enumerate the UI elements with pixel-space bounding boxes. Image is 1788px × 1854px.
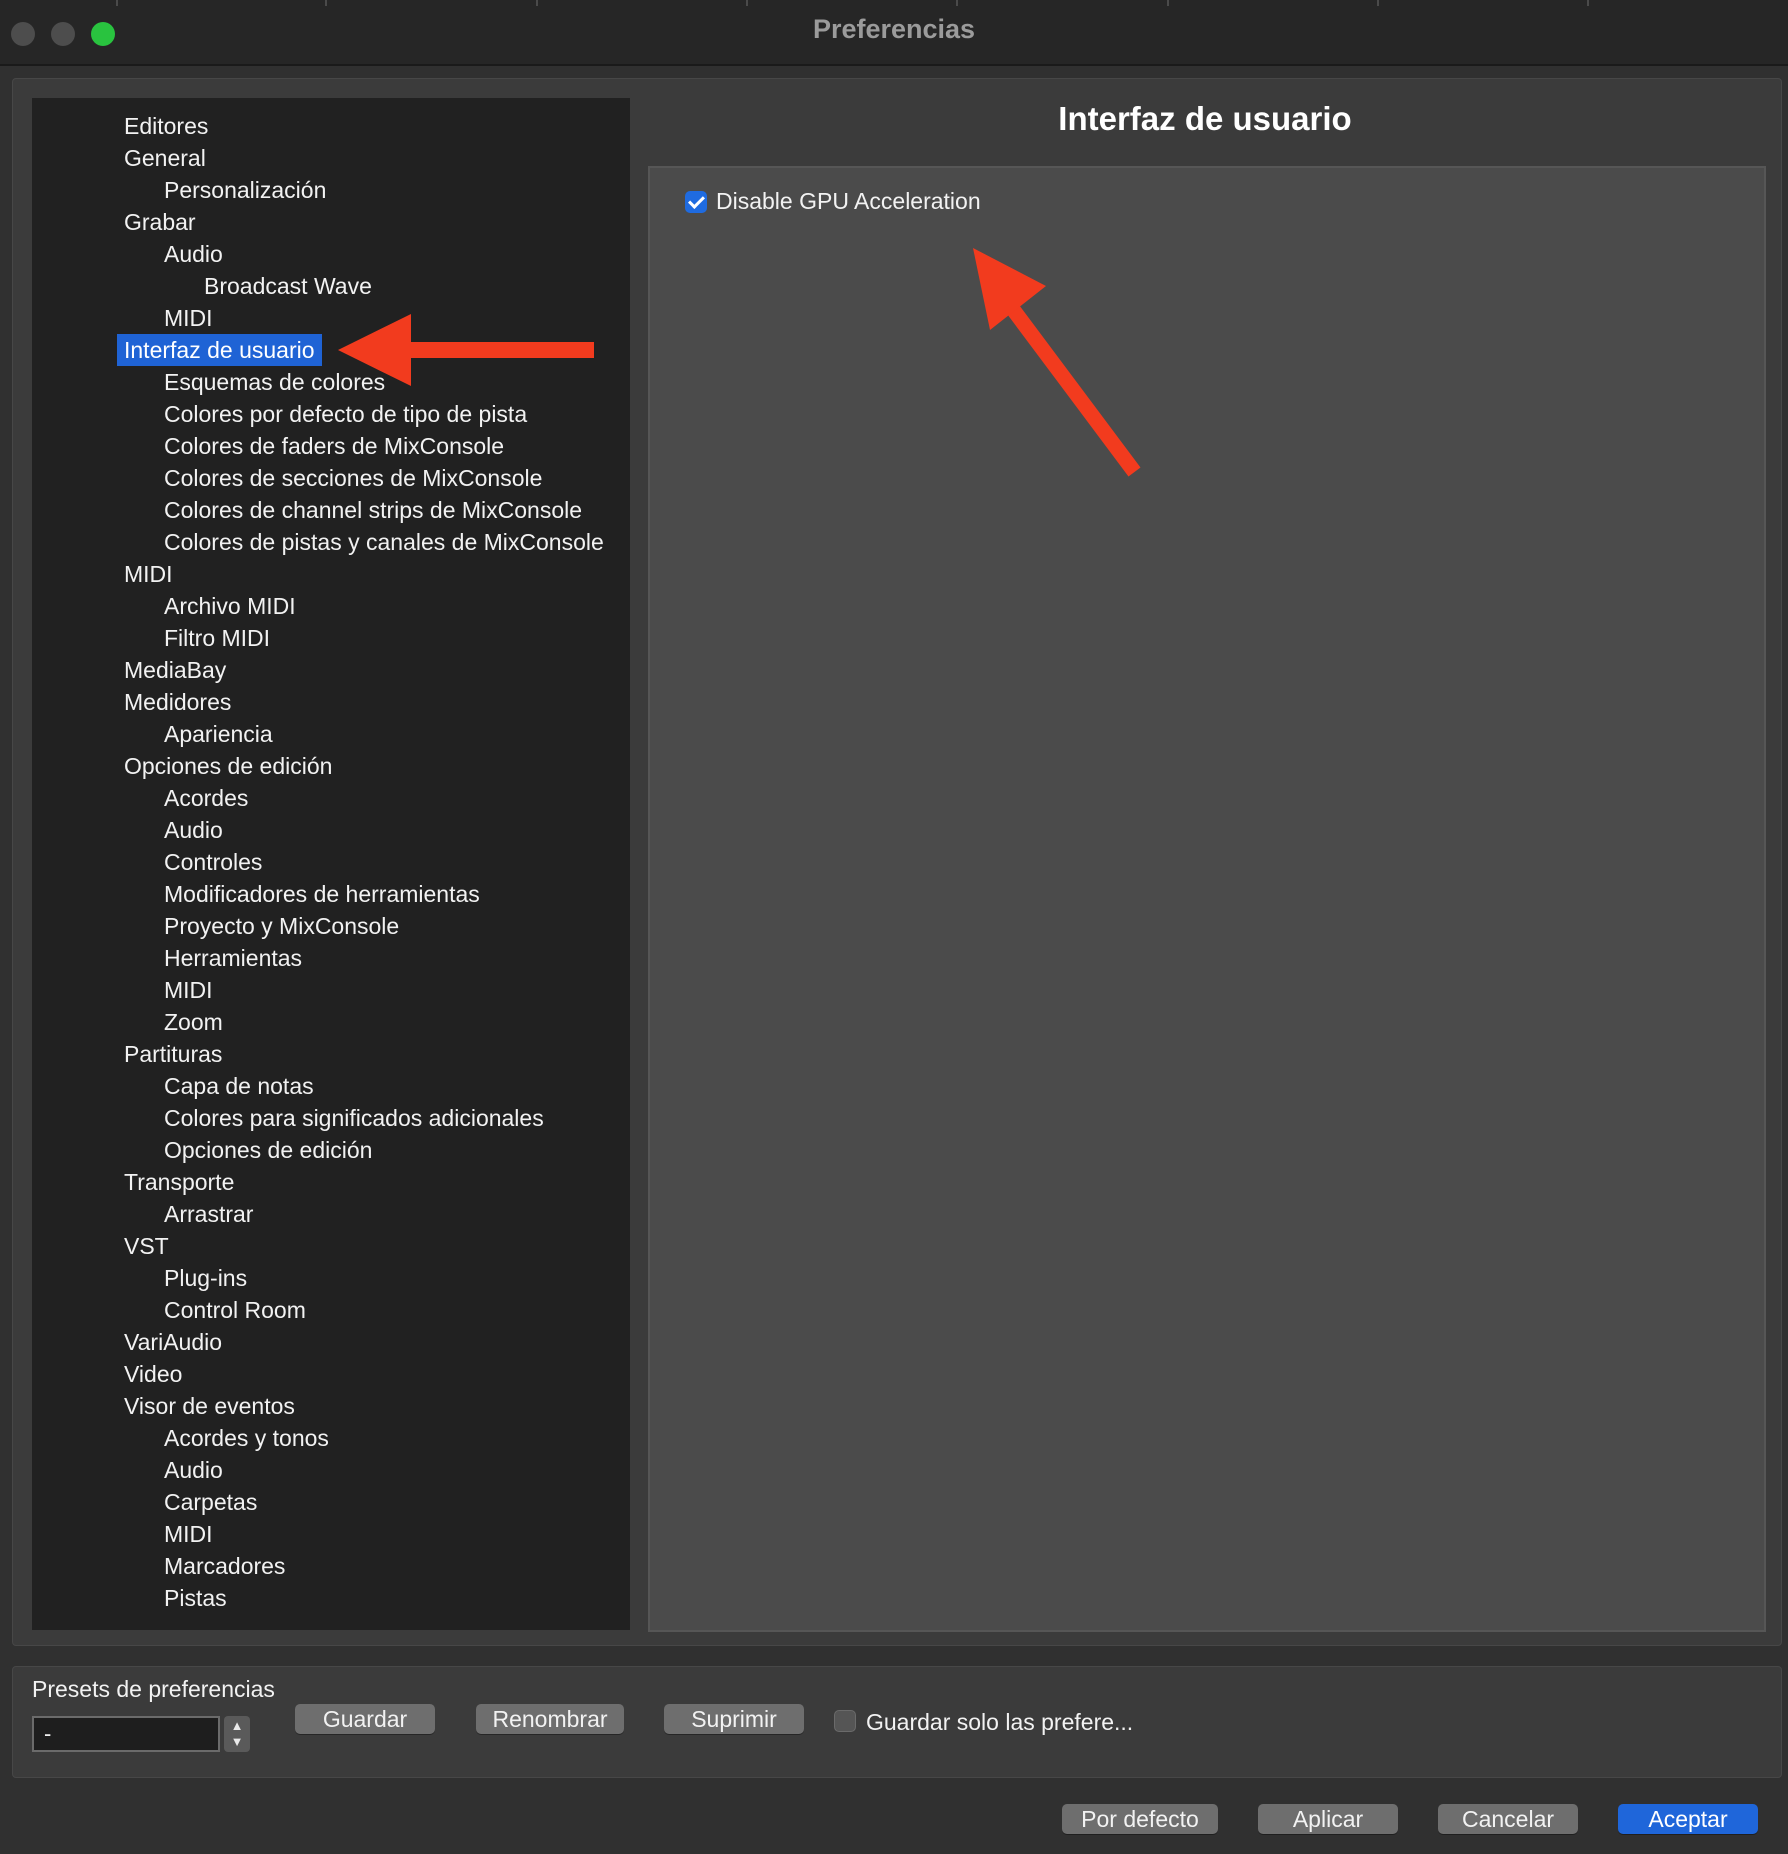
tree-item[interactable]: VariAudio <box>124 1326 222 1358</box>
tree-item[interactable]: Modificadores de herramientas <box>164 878 480 910</box>
save-only-checkbox[interactable] <box>834 1710 856 1732</box>
tree-item[interactable]: Colores por defecto de tipo de pista <box>164 398 527 430</box>
disable-gpu-checkbox[interactable] <box>685 191 707 213</box>
toolbar-ticks <box>0 0 1788 6</box>
tree-item[interactable]: Colores de channel strips de MixConsole <box>164 494 582 526</box>
tree-item[interactable]: Audio <box>164 238 223 270</box>
section-title: Interfaz de usuario <box>1058 100 1352 137</box>
tree-item[interactable]: Acordes <box>164 782 248 814</box>
tree-item[interactable]: Zoom <box>164 1006 223 1038</box>
tree-item[interactable]: Proyecto y MixConsole <box>164 910 399 942</box>
defaults-button[interactable]: Por defecto <box>1062 1804 1218 1834</box>
tree-item[interactable]: Filtro MIDI <box>164 622 270 654</box>
chevron-down-icon: ▼ <box>230 1734 244 1749</box>
ok-button[interactable]: Aceptar <box>1618 1804 1758 1834</box>
cancel-button[interactable]: Cancelar <box>1438 1804 1578 1834</box>
save-only-label[interactable]: Guardar solo las prefere... <box>866 1709 1133 1736</box>
tree-item[interactable]: Controles <box>164 846 262 878</box>
tree-item[interactable]: MIDI <box>164 974 213 1006</box>
tree-item[interactable]: Herramientas <box>164 942 302 974</box>
chevron-up-icon: ▲ <box>230 1718 244 1733</box>
tree-item[interactable]: General <box>124 142 206 174</box>
delete-preset-button[interactable]: Suprimir <box>664 1704 804 1734</box>
tree-item[interactable]: Control Room <box>164 1294 306 1326</box>
tree-item[interactable]: Personalización <box>164 174 326 206</box>
tree-item[interactable]: VST <box>124 1230 169 1262</box>
apply-button[interactable]: Aplicar <box>1258 1804 1398 1834</box>
tree-item[interactable]: Archivo MIDI <box>164 590 296 622</box>
tree-item[interactable]: Colores de secciones de MixConsole <box>164 462 542 494</box>
tree-item[interactable]: Interfaz de usuario <box>117 334 322 366</box>
tree-item[interactable]: Colores de faders de MixConsole <box>164 430 504 462</box>
tree-item[interactable]: Audio <box>164 814 223 846</box>
tree-item[interactable]: Pistas <box>164 1582 227 1614</box>
tree-item[interactable]: Acordes y tonos <box>164 1422 329 1454</box>
preset-stepper[interactable]: ▲ ▼ <box>224 1716 250 1752</box>
disable-gpu-label[interactable]: Disable GPU Acceleration <box>716 188 981 215</box>
tree-item[interactable]: Marcadores <box>164 1550 285 1582</box>
tree-item[interactable]: Broadcast Wave <box>204 270 372 302</box>
tree-item[interactable]: Video <box>124 1358 182 1390</box>
tree-item[interactable]: MIDI <box>124 558 173 590</box>
tree-item[interactable]: Carpetas <box>164 1486 257 1518</box>
tree-item[interactable]: Grabar <box>124 206 196 238</box>
settings-content-panel <box>648 166 1766 1632</box>
tree-item[interactable]: Colores de pistas y canales de MixConsol… <box>164 526 604 558</box>
rename-preset-button[interactable]: Renombrar <box>476 1704 624 1734</box>
tree-item[interactable]: Audio <box>164 1454 223 1486</box>
window-title: Preferencias <box>812 14 976 44</box>
tree-item[interactable]: MIDI <box>164 1518 213 1550</box>
presets-label: Presets de preferencias <box>32 1676 275 1702</box>
tree-item[interactable]: Colores para significados adicionales <box>164 1102 544 1134</box>
tree-item[interactable]: Apariencia <box>164 718 273 750</box>
preset-select-field[interactable]: - <box>32 1716 220 1752</box>
tree-item[interactable]: Capa de notas <box>164 1070 314 1102</box>
tree-item[interactable]: Arrastrar <box>164 1198 253 1230</box>
tree-item[interactable]: Medidores <box>124 686 231 718</box>
tree-item[interactable]: Transporte <box>124 1166 234 1198</box>
tree-item[interactable]: MediaBay <box>124 654 226 686</box>
tree-item[interactable]: Opciones de edición <box>124 750 332 782</box>
tree-item[interactable]: MIDI <box>164 302 213 334</box>
tree-item[interactable]: Opciones de edición <box>164 1134 372 1166</box>
tree-item[interactable]: Partituras <box>124 1038 222 1070</box>
save-preset-button[interactable]: Guardar <box>295 1704 435 1734</box>
title-bar: Preferencias <box>0 0 1788 66</box>
tree-item[interactable]: Visor de eventos <box>124 1390 295 1422</box>
tree-item[interactable]: Esquemas de colores <box>164 366 385 398</box>
preferences-tree[interactable]: Editores General Personalización Grabar Audi… <box>32 98 630 1630</box>
tree-item[interactable]: Plug-ins <box>164 1262 247 1294</box>
tree-item[interactable]: Editores <box>124 110 208 142</box>
